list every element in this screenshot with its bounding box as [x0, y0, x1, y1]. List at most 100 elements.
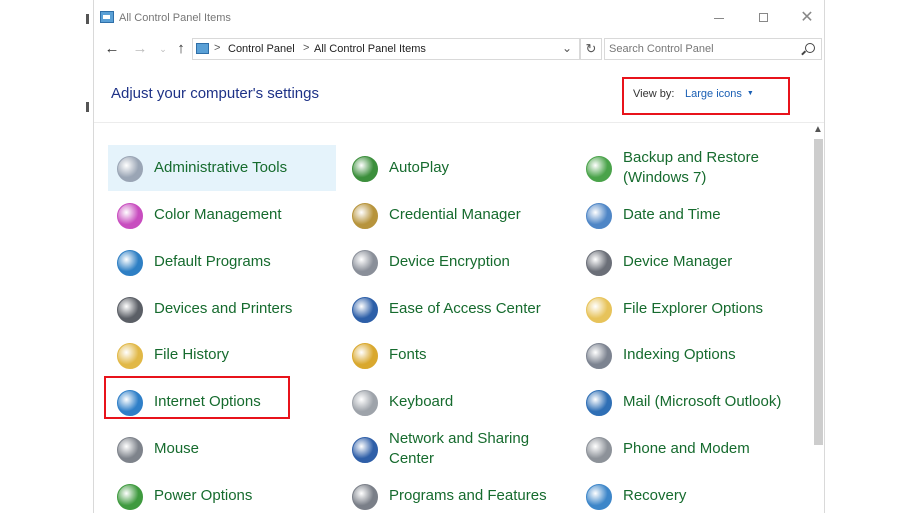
- up-button[interactable]: ↑: [172, 39, 190, 59]
- view-by-value: Large icons: [685, 88, 742, 100]
- address-bar[interactable]: > Control Panel > All Control Panel Item…: [192, 38, 580, 60]
- recent-locations-button[interactable]: ⌄: [154, 39, 172, 59]
- device-manager-icon: [583, 247, 613, 277]
- power-options-icon: [114, 481, 144, 511]
- scroll-up-button[interactable]: ▲: [812, 123, 824, 137]
- refresh-button[interactable]: ↻: [580, 38, 602, 60]
- item-power-options[interactable]: Power Options: [108, 473, 336, 513]
- item-indexing-options[interactable]: Indexing Options: [577, 332, 805, 378]
- chevron-down-icon: ⌄: [159, 44, 167, 54]
- vertical-scrollbar[interactable]: ▲: [812, 123, 824, 513]
- internet-options-highlight: [104, 376, 290, 419]
- item-mail-microsoft-outlook[interactable]: Mail (Microsoft Outlook): [577, 379, 805, 425]
- item-devices-and-printers[interactable]: Devices and Printers: [108, 286, 336, 332]
- item-label: Phone and Modem: [623, 440, 750, 457]
- item-fonts[interactable]: Fonts: [343, 332, 571, 378]
- item-label: Mouse: [154, 440, 200, 457]
- item-phone-and-modem[interactable]: Phone and Modem: [577, 426, 805, 472]
- breadcrumb-separator: >: [214, 42, 221, 54]
- item-label: Recovery: [623, 487, 687, 504]
- default-programs-icon: [114, 247, 144, 277]
- mail-icon: [583, 387, 613, 417]
- file-history-icon: [114, 340, 144, 370]
- phone-modem-icon: [583, 434, 613, 464]
- page-heading: Adjust your computer's settings: [111, 85, 319, 102]
- item-programs-and-features[interactable]: Programs and Features: [343, 473, 571, 513]
- item-label: Ease of Access Center: [389, 300, 541, 317]
- close-icon: ✕: [800, 9, 814, 26]
- credential-manager-icon: [349, 200, 379, 230]
- item-label: Credential Manager: [389, 206, 521, 223]
- search-input[interactable]: [609, 41, 794, 57]
- item-label: Programs and Features: [389, 487, 547, 504]
- date-time-icon: [583, 200, 613, 230]
- up-arrow-icon: ↑: [177, 40, 185, 57]
- item-label: Network and Sharing Center: [389, 430, 530, 467]
- item-autoplay[interactable]: AutoPlay: [343, 145, 571, 191]
- item-label: Backup and Restore (Windows 7): [623, 149, 759, 186]
- item-label: Color Management: [154, 206, 282, 223]
- item-label: Power Options: [154, 487, 253, 504]
- color-management-icon: [114, 200, 144, 230]
- item-device-encryption[interactable]: Device Encryption: [343, 239, 571, 285]
- mouse-icon: [114, 434, 144, 464]
- item-network-and-sharing-center[interactable]: Network and Sharing Center: [343, 426, 571, 472]
- administrative-tools-icon: [114, 153, 144, 183]
- search-icon[interactable]: [805, 43, 815, 53]
- backup-restore-icon: [583, 153, 613, 183]
- item-label: Indexing Options: [623, 346, 736, 363]
- device-encryption-icon: [349, 247, 379, 277]
- item-default-programs[interactable]: Default Programs: [108, 239, 336, 285]
- item-file-explorer-options[interactable]: File Explorer Options: [577, 286, 805, 332]
- item-file-history[interactable]: File History: [108, 332, 336, 378]
- devices-printers-icon: [114, 294, 144, 324]
- network-sharing-icon: [349, 434, 379, 464]
- item-label: Mail (Microsoft Outlook): [623, 393, 782, 410]
- scroll-thumb[interactable]: [814, 139, 823, 445]
- item-color-management[interactable]: Color Management: [108, 192, 336, 238]
- background-edge-mark: [86, 102, 89, 112]
- item-label: Keyboard: [389, 393, 454, 410]
- maximize-button[interactable]: [753, 8, 775, 28]
- autoplay-icon: [349, 153, 379, 183]
- view-by-highlight: View by: Large icons ▼: [622, 77, 790, 115]
- view-by-dropdown[interactable]: Large icons ▼: [685, 88, 754, 100]
- item-credential-manager[interactable]: Credential Manager: [343, 192, 571, 238]
- breadcrumb-control-panel[interactable]: Control Panel: [228, 43, 295, 55]
- item-recovery[interactable]: Recovery: [577, 473, 805, 513]
- item-ease-of-access-center[interactable]: Ease of Access Center: [343, 286, 571, 332]
- item-keyboard[interactable]: Keyboard: [343, 379, 571, 425]
- item-label: Device Encryption: [389, 253, 510, 270]
- chevron-down-icon: ⌄: [562, 41, 573, 55]
- view-by-label: View by:: [633, 88, 675, 100]
- indexing-options-icon: [583, 340, 613, 370]
- address-dropdown-button[interactable]: ⌄: [562, 41, 572, 55]
- window-title: All Control Panel Items: [119, 12, 231, 24]
- content-header: Adjust your computer's settings View by:…: [94, 62, 824, 123]
- item-date-and-time[interactable]: Date and Time: [577, 192, 805, 238]
- item-label: AutoPlay: [389, 159, 450, 176]
- forward-arrow-icon: →: [132, 40, 148, 57]
- item-label: Devices and Printers: [154, 300, 293, 317]
- control-panel-icon: [196, 43, 209, 54]
- minimize-button[interactable]: [708, 8, 730, 28]
- close-button[interactable]: ✕: [796, 8, 818, 28]
- recovery-icon: [583, 481, 613, 511]
- item-administrative-tools[interactable]: Administrative Tools: [108, 145, 336, 191]
- item-mouse[interactable]: Mouse: [108, 426, 336, 472]
- back-button[interactable]: ←: [103, 39, 121, 59]
- item-label: File History: [154, 346, 230, 363]
- caret-down-icon: ▼: [746, 90, 754, 97]
- arrow-up-icon: ▲: [813, 124, 823, 135]
- title-bar: All Control Panel Items ✕: [94, 0, 824, 36]
- item-backup-and-restore[interactable]: Backup and Restore (Windows 7): [577, 145, 805, 191]
- back-arrow-icon: ←: [104, 40, 120, 57]
- breadcrumb-all-items[interactable]: All Control Panel Items: [314, 43, 426, 55]
- item-label: Date and Time: [623, 206, 721, 223]
- navigation-bar: ← → ⌄ ↑ > Control Panel > All Control Pa…: [94, 36, 824, 62]
- search-box: [604, 38, 822, 60]
- item-device-manager[interactable]: Device Manager: [577, 239, 805, 285]
- background-edge-mark: [86, 14, 89, 24]
- ease-of-access-icon: [349, 294, 379, 324]
- forward-button[interactable]: →: [131, 39, 149, 59]
